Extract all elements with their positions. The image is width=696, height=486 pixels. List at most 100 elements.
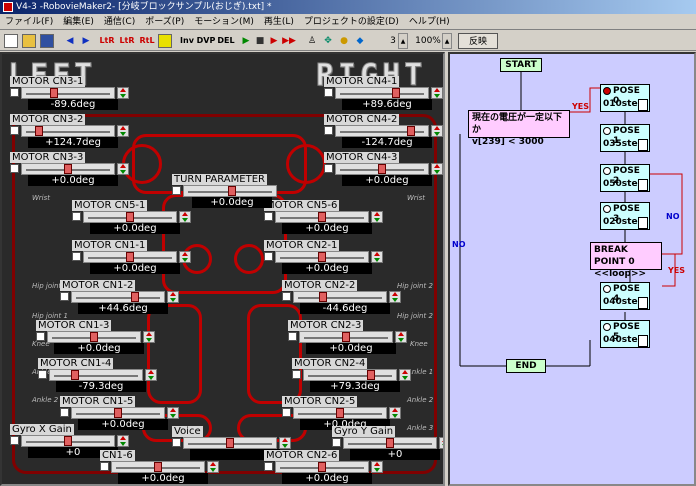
motor-checkbox[interactable] (72, 212, 81, 221)
motor-slider[interactable] (303, 369, 397, 381)
motor-slider-knob[interactable] (318, 252, 326, 262)
motor-checkbox[interactable] (332, 438, 341, 447)
motor-checkbox[interactable] (36, 332, 45, 341)
motor-spinner[interactable] (117, 125, 129, 137)
pose-node[interactable]: POSE 5 040step (600, 320, 650, 348)
motor-checkbox[interactable] (264, 252, 273, 261)
motor-checkbox[interactable] (100, 462, 109, 471)
motor-slider-knob[interactable] (64, 436, 72, 446)
step-icon[interactable]: ▶ (268, 33, 280, 49)
motor-slider-knob[interactable] (318, 462, 326, 472)
motor-slider[interactable] (83, 251, 177, 263)
pose-step-spinner[interactable] (638, 99, 648, 111)
motor-slider-knob[interactable] (342, 332, 350, 342)
pose-step-spinner[interactable] (638, 139, 648, 151)
motor-checkbox[interactable] (38, 370, 47, 379)
person-icon[interactable]: ♙ (306, 33, 318, 49)
motor-checkbox[interactable] (264, 462, 273, 471)
motor-checkbox[interactable] (72, 252, 81, 261)
pose-node[interactable]: POSE 0 010step (600, 84, 650, 112)
motor-checkbox[interactable] (288, 332, 297, 341)
pose-node[interactable]: POSE 1 035step (600, 124, 650, 152)
invert-button[interactable]: Inv (178, 33, 196, 49)
motor-spinner[interactable] (167, 407, 179, 419)
zoom-spinner[interactable]: ▲ (442, 33, 452, 49)
motor-spinner[interactable] (279, 437, 291, 449)
motor-checkbox[interactable] (324, 88, 333, 97)
apply-button[interactable]: 反映 (458, 33, 498, 49)
motor-spinner[interactable] (117, 163, 129, 175)
copy-ltr-button[interactable]: LtR (118, 33, 136, 49)
motor-slider-knob[interactable] (392, 88, 400, 98)
motor-spinner[interactable] (179, 211, 191, 223)
motor-slider-knob[interactable] (35, 126, 43, 136)
motor-checkbox[interactable] (60, 292, 69, 301)
motor-checkbox[interactable] (172, 438, 181, 447)
motor-slider[interactable] (293, 291, 387, 303)
delete-button[interactable]: DEL (216, 33, 236, 49)
step-count-spinner[interactable]: ▲ (398, 33, 408, 49)
motor-slider[interactable] (275, 461, 369, 473)
motor-checkbox[interactable] (324, 164, 333, 173)
motor-slider[interactable] (111, 461, 205, 473)
motor-checkbox[interactable] (324, 126, 333, 135)
pose-node[interactable]: POSE 2 050step (600, 164, 650, 192)
motor-spinner[interactable] (389, 407, 401, 419)
bulb-icon[interactable]: ● (338, 33, 350, 49)
open-folder-icon[interactable] (22, 34, 36, 48)
motor-slider-knob[interactable] (319, 292, 327, 302)
motor-slider[interactable] (21, 87, 115, 99)
menu-file[interactable]: ファイル(F) (0, 14, 58, 30)
menu-project[interactable]: プロジェクトの設定(D) (299, 14, 404, 30)
motor-spinner[interactable] (395, 331, 407, 343)
menu-edit[interactable]: 編集(E) (58, 14, 99, 30)
breakpoint-node[interactable]: BREAK POINT 0 <<loop>> (590, 242, 662, 279)
save-icon[interactable] (40, 34, 54, 48)
motor-slider[interactable] (71, 291, 165, 303)
motor-slider[interactable] (335, 87, 429, 99)
motor-slider[interactable] (335, 163, 429, 175)
motor-slider-knob[interactable] (226, 438, 234, 448)
menu-pose[interactable]: ポーズ(P) (140, 14, 189, 30)
pose-step-spinner[interactable] (638, 179, 648, 191)
motor-spinner[interactable] (389, 291, 401, 303)
motor-slider[interactable] (299, 331, 393, 343)
motor-checkbox[interactable] (10, 126, 19, 135)
turn-parameter-checkbox[interactable] (172, 186, 181, 195)
motor-slider-knob[interactable] (367, 370, 375, 380)
menu-motion[interactable]: モーション(M) (189, 14, 259, 30)
motor-checkbox[interactable] (282, 408, 291, 417)
motor-spinner[interactable] (431, 163, 443, 175)
arrow-right-icon[interactable]: ▶ (80, 33, 92, 49)
motor-slider-knob[interactable] (126, 212, 134, 222)
motor-checkbox[interactable] (60, 408, 69, 417)
pose-step-spinner[interactable] (638, 217, 648, 229)
motor-slider-knob[interactable] (386, 438, 394, 448)
motor-slider[interactable] (275, 251, 369, 263)
motor-slider[interactable] (21, 435, 115, 447)
motor-slider-knob[interactable] (64, 164, 72, 174)
motor-spinner[interactable] (371, 461, 383, 473)
motor-slider-knob[interactable] (378, 164, 386, 174)
motor-spinner[interactable] (431, 125, 443, 137)
arrow-left-icon[interactable]: ◀ (64, 33, 76, 49)
motor-slider[interactable] (47, 331, 141, 343)
motor-slider[interactable] (21, 163, 115, 175)
turn-parameter-slider[interactable] (183, 185, 277, 197)
motor-slider-knob[interactable] (318, 212, 326, 222)
motor-checkbox[interactable] (10, 436, 19, 445)
motor-spinner[interactable] (117, 87, 129, 99)
motor-slider[interactable] (71, 407, 165, 419)
motor-slider-knob[interactable] (154, 462, 162, 472)
end-node[interactable]: END (506, 359, 546, 373)
motor-spinner[interactable] (431, 87, 443, 99)
tool-icon[interactable]: ✥ (322, 33, 334, 49)
motor-slider-knob[interactable] (131, 292, 139, 302)
motor-spinner[interactable] (439, 437, 443, 449)
motor-slider[interactable] (275, 211, 369, 223)
motion-icon[interactable]: ◆ (354, 33, 366, 49)
motor-checkbox[interactable] (282, 292, 291, 301)
motor-slider[interactable] (21, 125, 115, 137)
pose-step-spinner[interactable] (638, 335, 648, 347)
motor-spinner[interactable] (179, 251, 191, 263)
